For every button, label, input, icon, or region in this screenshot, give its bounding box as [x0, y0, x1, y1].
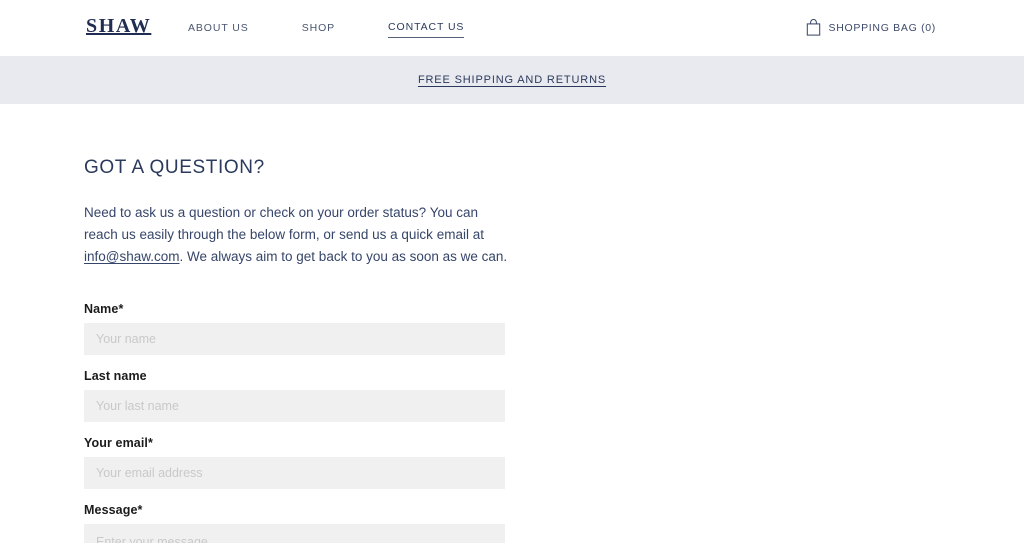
main-navigation: ABOUT US SHOP CONTACT US — [188, 21, 465, 38]
intro-paragraph: Need to ask us a question or check on yo… — [84, 202, 512, 268]
label-message: Message* — [84, 503, 143, 518]
nav-item-shop[interactable]: SHOP — [302, 22, 335, 38]
site-header: SHAW ABOUT US SHOP CONTACT US SHOPPING B… — [0, 0, 1024, 56]
input-name[interactable] — [84, 323, 505, 356]
contact-form: Name* Last name Your email* Message* — [84, 302, 1024, 543]
shopping-bag-button[interactable]: SHOPPING BAG (0) — [806, 19, 936, 36]
input-last-name[interactable] — [84, 390, 505, 423]
main-content: GOT A QUESTION? Need to ask us a questio… — [0, 104, 1024, 543]
promo-banner: FREE SHIPPING AND RETURNS — [0, 56, 1024, 104]
email-link[interactable]: info@shaw.com — [84, 249, 180, 264]
shopping-bag-icon — [806, 19, 821, 36]
label-last-name: Last name — [84, 369, 147, 384]
page-title: GOT A QUESTION? — [84, 157, 265, 178]
intro-text-after: . We always aim to get back to you as so… — [179, 248, 508, 264]
free-shipping-link[interactable]: FREE SHIPPING AND RETURNS — [418, 74, 606, 86]
brand-logo[interactable]: SHAW — [86, 16, 151, 36]
field-message: Message* — [84, 503, 1024, 543]
nav-item-contact-us[interactable]: CONTACT US — [388, 21, 465, 38]
field-last-name: Last name — [84, 369, 1024, 423]
field-name: Name* — [84, 302, 1024, 356]
input-message[interactable] — [84, 524, 505, 543]
intro-text-before: Need to ask us a question or check on yo… — [84, 204, 484, 242]
field-email: Your email* — [84, 436, 1024, 490]
shopping-bag-label: SHOPPING BAG (0) — [828, 21, 936, 34]
input-email[interactable] — [84, 457, 505, 490]
label-email: Your email* — [84, 436, 153, 451]
nav-item-about-us[interactable]: ABOUT US — [188, 22, 249, 38]
label-name: Name* — [84, 302, 124, 317]
